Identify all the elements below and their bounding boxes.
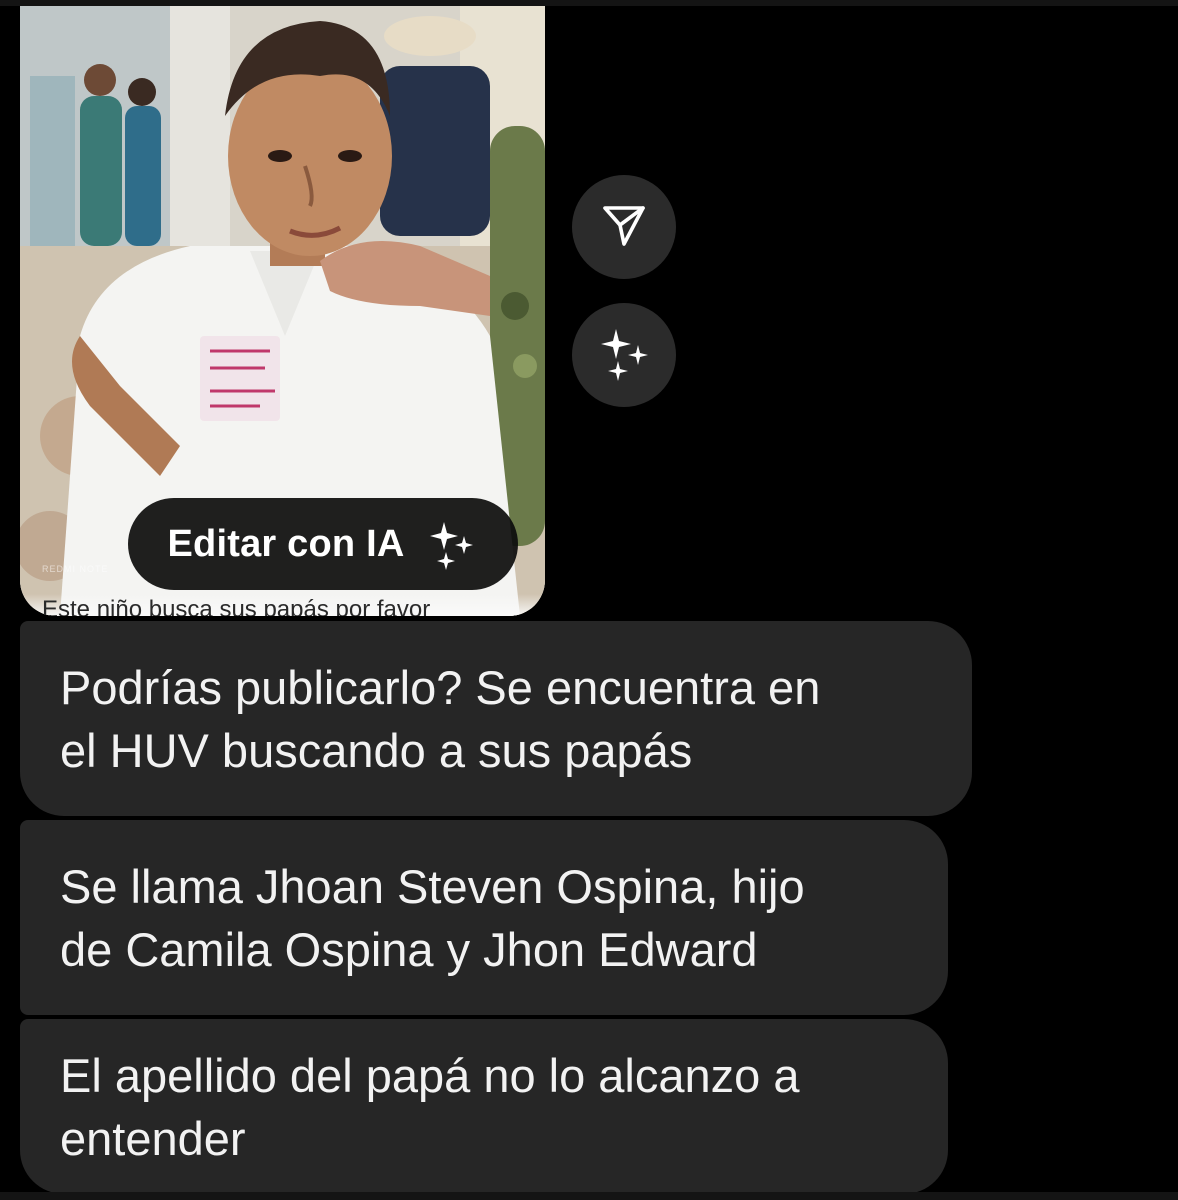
message-bubble[interactable]: Podrías publicarlo? Se encuentra en el H… (20, 621, 972, 816)
message-text: Podrías publicarlo? Se encuentra en el H… (60, 660, 821, 777)
ai-magic-button[interactable] (572, 303, 676, 407)
edit-with-ai-button[interactable]: Editar con IA (128, 498, 518, 590)
message-text: El apellido del papá no lo alcanzo a ent… (60, 1048, 800, 1165)
message-bubble[interactable]: Se llama Jhoan Steven Ospina, hijo de Ca… (20, 820, 948, 1015)
sparkles-icon (596, 325, 652, 386)
share-button[interactable] (572, 175, 676, 279)
photo-caption: Este niño busca sus papás por favor (42, 596, 431, 616)
photo-watermark: REDMI NOTE (42, 564, 109, 574)
message-bubble[interactable]: El apellido del papá no lo alcanzo a ent… (20, 1019, 948, 1194)
bottom-border (0, 1192, 1178, 1200)
send-icon (600, 201, 648, 254)
message-text: Se llama Jhoan Steven Ospina, hijo de Ca… (60, 859, 805, 976)
shared-photo[interactable]: REDMI NOTE Este niño busca sus papás por… (20, 6, 545, 616)
sparkles-icon (426, 518, 478, 570)
edit-with-ai-label: Editar con IA (167, 522, 405, 565)
